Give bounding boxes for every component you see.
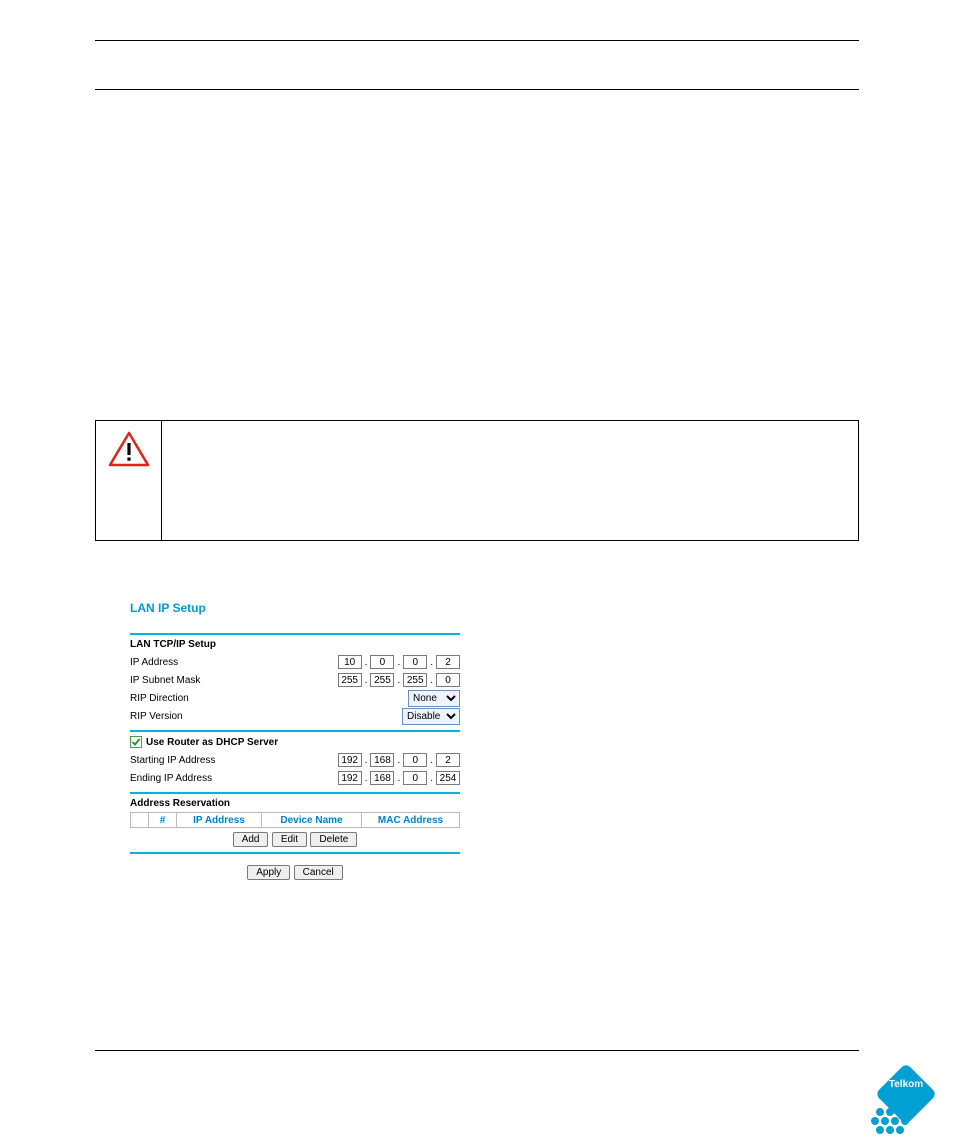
end-a[interactable]	[338, 771, 362, 785]
ip-address-input: . . .	[338, 655, 460, 669]
dhcp-checkbox[interactable]	[130, 736, 142, 748]
ip-d[interactable]	[436, 655, 460, 669]
col-device: Device Name	[262, 813, 362, 828]
start-d[interactable]	[436, 753, 460, 767]
ending-ip-label: Ending IP Address	[130, 773, 212, 784]
warning-icon	[108, 456, 150, 470]
start-a[interactable]	[338, 753, 362, 767]
panel-title: LAN IP Setup	[130, 601, 460, 615]
warning-table	[95, 420, 859, 541]
mask-a[interactable]	[338, 673, 362, 687]
divider	[130, 730, 460, 732]
ending-ip-input: . . .	[338, 771, 460, 785]
tcpip-heading: LAN TCP/IP Setup	[130, 639, 460, 650]
start-c[interactable]	[403, 753, 427, 767]
col-mac: MAC Address	[362, 813, 460, 828]
section-rule	[95, 89, 859, 90]
rip-direction-label: RIP Direction	[130, 693, 189, 704]
subnet-mask-input: . . .	[338, 673, 460, 687]
add-button[interactable]: Add	[233, 832, 269, 847]
telkom-logo: Telkom	[866, 1054, 946, 1137]
warning-text-cell	[162, 421, 859, 541]
ip-a[interactable]	[338, 655, 362, 669]
mask-d[interactable]	[436, 673, 460, 687]
end-b[interactable]	[370, 771, 394, 785]
divider	[130, 633, 460, 635]
divider	[130, 792, 460, 794]
divider	[130, 852, 460, 854]
starting-ip-input: . . .	[338, 753, 460, 767]
subnet-mask-label: IP Subnet Mask	[130, 675, 200, 686]
mask-b[interactable]	[370, 673, 394, 687]
top-rule	[95, 40, 859, 41]
rip-version-label: RIP Version	[130, 711, 183, 722]
end-d[interactable]	[436, 771, 460, 785]
edit-button[interactable]: Edit	[272, 832, 307, 847]
cancel-button[interactable]: Cancel	[294, 865, 343, 880]
ip-b[interactable]	[370, 655, 394, 669]
starting-ip-label: Starting IP Address	[130, 755, 215, 766]
mask-c[interactable]	[403, 673, 427, 687]
start-b[interactable]	[370, 753, 394, 767]
ip-address-label: IP Address	[130, 657, 178, 668]
rip-direction-select[interactable]: None	[408, 690, 460, 707]
col-number: #	[149, 813, 177, 828]
address-reservation-heading: Address Reservation	[130, 798, 460, 809]
reservation-table: # IP Address Device Name MAC Address	[130, 812, 460, 828]
delete-button[interactable]: Delete	[310, 832, 357, 847]
footer-rule	[95, 1050, 859, 1051]
rip-version-select[interactable]: Disable	[402, 708, 460, 725]
apply-button[interactable]: Apply	[247, 865, 290, 880]
ip-c[interactable]	[403, 655, 427, 669]
svg-text:Telkom: Telkom	[889, 1079, 923, 1090]
dhcp-label: Use Router as DHCP Server	[146, 737, 278, 748]
end-c[interactable]	[403, 771, 427, 785]
lan-ip-setup-panel: LAN IP Setup LAN TCP/IP Setup IP Address…	[130, 601, 460, 880]
col-ip: IP Address	[177, 813, 262, 828]
